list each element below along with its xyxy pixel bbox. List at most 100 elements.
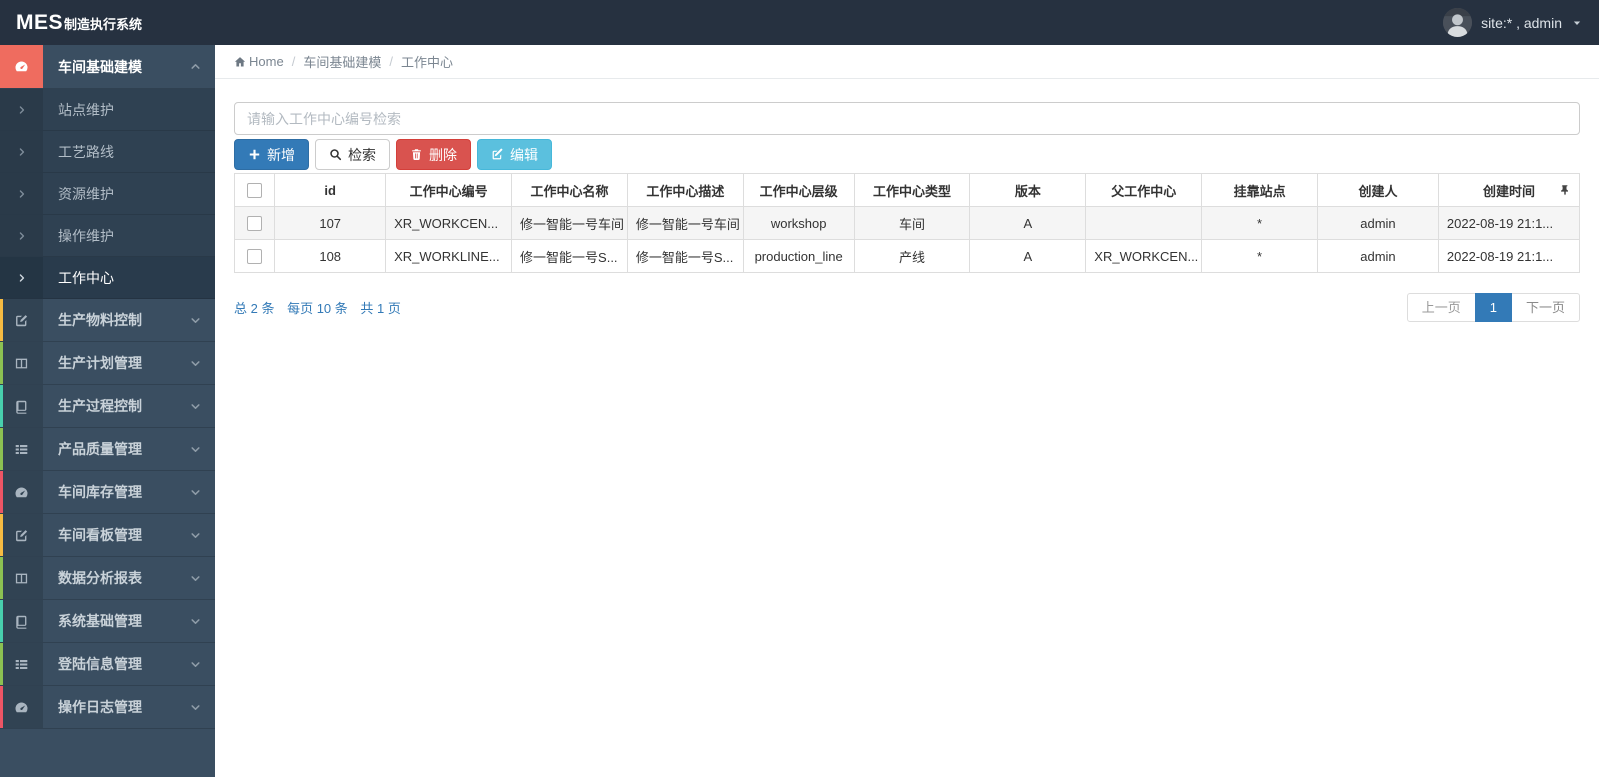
sidebar-subitem-2[interactable]: 工艺路线: [0, 131, 215, 173]
table-row[interactable]: 108 XR_WORKLINE... 修一智能一号S... 修一智能一号S... pro…: [233, 239, 1581, 273]
breadcrumb-link[interactable]: Home: [234, 54, 284, 69]
table-cell-value: 2022-08-19 21:1...: [1446, 215, 1554, 231]
table-wrapper: id 工作中心编号 工作中心名称 工作中心描述 工作中心层级 工作中心类型 版本 父工作中心 挂…: [233, 173, 1581, 273]
sidebar-group-6[interactable]: 车间库存管理: [0, 471, 215, 514]
group-color-stripe: [0, 471, 3, 513]
page-1-button[interactable]: 1: [1474, 293, 1512, 322]
table-cell: A: [969, 239, 1087, 273]
sidebar-group-label: 数据分析报表: [58, 570, 142, 586]
edit-button[interactable]: 编辑: [477, 139, 552, 170]
sidebar-group-label: 生产过程控制: [58, 398, 142, 414]
chevron-down-icon: [190, 573, 201, 584]
sidebar-group-10[interactable]: 登陆信息管理: [0, 643, 215, 686]
sidebar-group-5[interactable]: 产品质量管理: [0, 428, 215, 471]
sidebar-subitem-3[interactable]: 资源维护: [0, 173, 215, 215]
breadcrumb-current: 工作中心: [401, 52, 453, 71]
row-select-cell: [233, 239, 276, 273]
column-header: 创建人: [1317, 173, 1439, 207]
table-cell: 修一智能一号S...: [511, 239, 628, 273]
table-cell-value: admin: [1360, 248, 1396, 264]
sidebar-group-icon-cell: [0, 428, 43, 470]
next-page-button[interactable]: 下一页: [1510, 293, 1580, 322]
table-cell: A: [969, 206, 1087, 240]
sidebar-group-icon-cell: [0, 385, 43, 427]
search-button[interactable]: 检索: [315, 139, 390, 170]
header-row: id 工作中心编号 工作中心名称 工作中心描述 工作中心层级 工作中心类型 版本 父工作中心 挂…: [233, 173, 1581, 207]
chevron-down-icon: [190, 487, 201, 498]
column-header-label: 工作中心类型: [872, 183, 951, 199]
table-cell: workshop: [742, 206, 855, 240]
table-cell-value: XR_WORKCEN...: [394, 215, 499, 231]
table-cell-value: XR_WORKCEN...: [1094, 248, 1199, 264]
table-cell: *: [1201, 239, 1318, 273]
column-header: 父工作中心: [1085, 173, 1203, 207]
chevron-down-icon: [190, 401, 201, 412]
table-cell: 修一智能一号车间: [626, 206, 744, 240]
sidebar-group-label: 登陆信息管理: [58, 656, 142, 672]
sidebar-subitem-5[interactable]: 工作中心: [0, 257, 215, 299]
app-root: MES 制造执行系统 site:* , admin 车间基础建模 站点维护 工艺路线…: [0, 0, 1599, 777]
group-color-stripe: [0, 299, 3, 341]
breadcrumb-link[interactable]: 车间基础建模: [303, 52, 381, 71]
column-header: 工作中心名称: [511, 173, 628, 207]
user-menu[interactable]: site:* , admin: [1443, 8, 1583, 37]
table-cell: *: [1201, 206, 1318, 240]
sidebar-group-3[interactable]: 生产计划管理: [0, 342, 215, 385]
chevron-down-icon: [190, 659, 201, 670]
search-button-label: 检索: [348, 146, 376, 163]
toolbar: 新增 检索 删除 编辑: [234, 139, 1580, 170]
column-header-label: 创建人: [1358, 183, 1398, 199]
add-button[interactable]: 新增: [234, 139, 309, 170]
pager-buttons: 上一页 1 下一页: [1406, 293, 1580, 322]
search-input[interactable]: [234, 102, 1580, 135]
select-all-checkbox[interactable]: [247, 183, 263, 199]
table-cell-value: 修一智能一号车间: [520, 216, 625, 232]
row-checkbox[interactable]: [247, 216, 263, 232]
table-cell: admin: [1317, 206, 1439, 240]
columns-icon: [14, 356, 29, 371]
table-cell: 108: [274, 239, 387, 273]
row-checkbox[interactable]: [247, 249, 263, 265]
group-color-stripe: [0, 514, 3, 556]
sidebar-group-1[interactable]: 车间基础建模: [0, 45, 215, 89]
app-logo-secondary: 制造执行系统: [64, 16, 143, 32]
page-body: 新增 检索 删除 编辑 id 工作中心编号 工作中心名称 工作中心描述 工作中心层级 工作中心类…: [215, 79, 1599, 777]
breadcrumb-separator: /: [389, 54, 393, 69]
table-cell-value: 修一智能一号S...: [635, 249, 734, 265]
group-color-stripe: [0, 428, 3, 470]
sidebar-group-8[interactable]: 数据分析报表: [0, 557, 215, 600]
table-cell: 修一智能一号车间: [511, 206, 628, 240]
sidebar-group-9[interactable]: 系统基础管理: [0, 600, 215, 643]
delete-button[interactable]: 删除: [396, 139, 471, 170]
dashboard-icon: [14, 700, 29, 715]
breadcrumb-label: Home: [249, 54, 284, 69]
sidebar-subitem-icon-cell: [0, 89, 43, 130]
sidebar-subitem-4[interactable]: 操作维护: [0, 215, 215, 257]
sidebar-group-11[interactable]: 操作日志管理: [0, 686, 215, 729]
prev-page-button[interactable]: 上一页: [1406, 293, 1476, 322]
table-cell-value: A: [1023, 248, 1033, 264]
book-icon: [14, 614, 29, 629]
group-color-stripe: [0, 557, 3, 599]
edit-button-label: 编辑: [510, 146, 538, 163]
column-header: 工作中心类型: [853, 173, 971, 207]
dashboard-icon: [14, 485, 29, 500]
chevron-right-icon: [17, 273, 27, 283]
sidebar-group-7[interactable]: 车间看板管理: [0, 514, 215, 557]
table-cell-value: *: [1257, 248, 1263, 264]
sidebar-subitem-1[interactable]: 站点维护: [0, 89, 215, 131]
table-cell-value: 108: [319, 248, 342, 264]
column-header-label: 工作中心层级: [759, 183, 838, 199]
sidebar-group-4[interactable]: 生产过程控制: [0, 385, 215, 428]
edit-icon: [491, 148, 504, 161]
column-header: 创建时间: [1437, 173, 1581, 207]
breadcrumb: Home / 车间基础建模 / 工作中心: [215, 45, 1599, 79]
group-color-stripe: [0, 385, 3, 427]
chevron-down-icon: [190, 358, 201, 369]
table-cell-value: *: [1257, 215, 1263, 231]
pagination-page-count: 共 1 页: [360, 301, 401, 316]
column-header-label: 创建时间: [1482, 183, 1535, 199]
pin-icon[interactable]: [1559, 184, 1571, 196]
table-row[interactable]: 107 XR_WORKCEN... 修一智能一号车间 修一智能一号车间 workshop…: [233, 206, 1581, 240]
sidebar-group-2[interactable]: 生产物料控制: [0, 299, 215, 342]
